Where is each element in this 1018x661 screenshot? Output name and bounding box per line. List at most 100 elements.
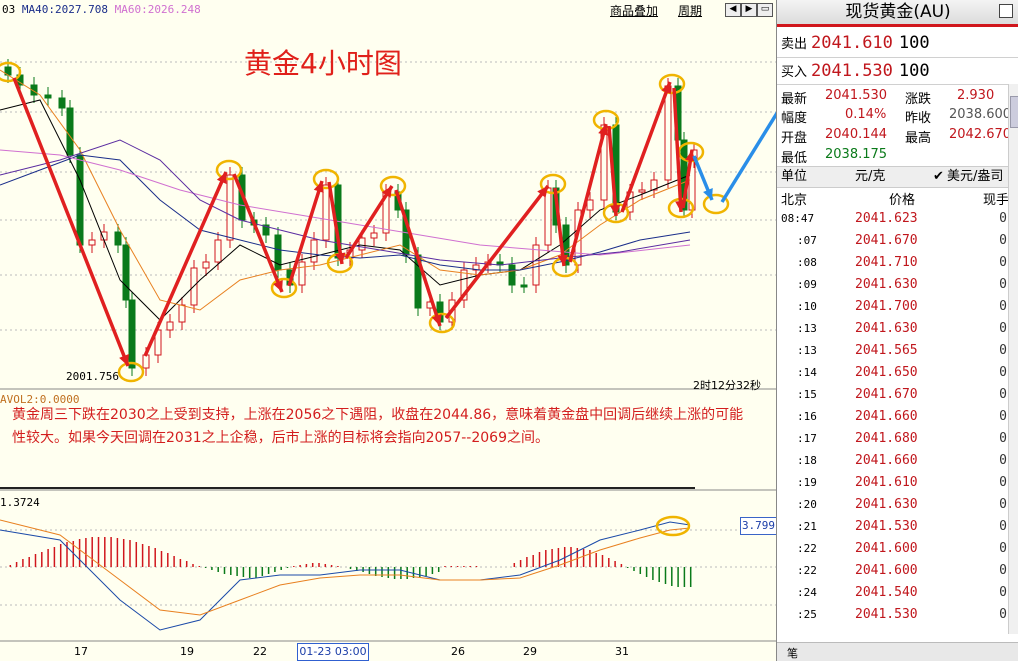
check-icon[interactable]: ✔ xyxy=(933,167,944,187)
candle-body xyxy=(226,174,234,241)
tick-time: :09 xyxy=(797,278,817,291)
tick-time: :24 xyxy=(797,586,817,599)
tick-row: :10 2041.700 0 xyxy=(777,297,1013,319)
tick-time: :18 xyxy=(797,454,817,467)
period-button[interactable]: 周期 xyxy=(678,2,702,19)
x-label: 29 xyxy=(523,645,537,658)
candle-body xyxy=(202,261,210,269)
tick-time: :21 xyxy=(797,520,817,533)
unit-value[interactable]: 元/克 xyxy=(855,167,885,187)
tick-row: :22 2041.600 0 xyxy=(777,539,1013,561)
tick-volume: 0 xyxy=(999,453,1007,468)
tick-volume: 0 xyxy=(999,299,1007,314)
tick-time: :08 xyxy=(797,256,817,269)
tick-price: 2041.630 xyxy=(855,321,918,336)
kline-chart[interactable]: 03 MA40:2027.708 MA60:2026.248 商品叠加 周期 ◀… xyxy=(0,0,776,661)
tick-row: :08 2041.710 0 xyxy=(777,253,1013,275)
tick-price: 2041.670 xyxy=(855,387,918,402)
chart-title: 黄金4小时图 xyxy=(244,47,402,80)
arrow-left-icon[interactable]: ◀ xyxy=(725,3,741,17)
tick-row: :09 2041.630 0 xyxy=(777,275,1013,297)
candle-body xyxy=(586,199,594,211)
sell-label: 卖出 xyxy=(781,37,808,52)
x-label: 31 xyxy=(615,645,629,658)
quote-panel: 现货黄金(AU) 卖出 2041.610 100 买入 2041.530 100 最新 … xyxy=(776,0,1018,661)
x-label: 26 xyxy=(451,645,465,658)
trend-arrow xyxy=(143,171,228,357)
tick-time: :07 xyxy=(797,234,817,247)
tick-price: 2041.680 xyxy=(855,431,918,446)
tick-price: 2041.700 xyxy=(855,299,918,314)
low-price-label: 2001.756 xyxy=(66,370,119,383)
tick-row: :15 2041.670 0 xyxy=(777,385,1013,407)
candle-body xyxy=(310,239,318,263)
tick-volume: 0 xyxy=(999,519,1007,534)
col-time-header: 北京 xyxy=(781,193,808,208)
stat-last-value: 2041.530 xyxy=(825,88,888,103)
tick-price: 2041.530 xyxy=(855,607,918,622)
currency-unit[interactable]: 美元/盎司 xyxy=(947,167,1003,187)
col-volume-header: 现手 xyxy=(983,193,1010,208)
stat-high-label: 最高 xyxy=(905,131,932,146)
tick-row: :24 2041.540 0 xyxy=(777,583,1013,605)
arrow-right-icon[interactable]: ▶ xyxy=(741,3,757,17)
chart-topbar: 03 MA40:2027.708 MA60:2026.248 商品叠加 周期 ◀… xyxy=(0,0,776,20)
tick-price: 2041.630 xyxy=(855,277,918,292)
sell-price: 2041.610 xyxy=(811,33,893,53)
tick-row: :07 2041.670 0 xyxy=(777,231,1013,253)
x-cursor-time: 01-23 03:00 xyxy=(297,643,369,661)
macd-label: 1.3724 xyxy=(0,496,40,509)
candle-body xyxy=(298,261,306,286)
ma-a-value: 03 xyxy=(2,3,16,16)
tick-volume: 0 xyxy=(999,475,1007,490)
tick-row: :19 2041.610 0 xyxy=(777,473,1013,495)
tick-price: 2041.650 xyxy=(855,365,918,380)
tick-price: 2041.623 xyxy=(855,211,918,226)
tick-volume: 0 xyxy=(999,497,1007,512)
tab-trades[interactable]: 笔 xyxy=(787,645,798,661)
tick-price: 2041.600 xyxy=(855,541,918,556)
candlestick-svg[interactable] xyxy=(0,0,776,661)
trend-arrow xyxy=(232,173,284,293)
tick-volume: 0 xyxy=(999,585,1007,600)
candle-body xyxy=(122,244,130,301)
candle-body xyxy=(178,304,186,323)
tick-price: 2041.710 xyxy=(855,255,918,270)
bottom-tab-bar: 笔 xyxy=(777,642,1018,661)
countdown-label: 2时12分32秒 xyxy=(693,379,761,392)
tick-time: :22 xyxy=(797,542,817,555)
tick-time: :20 xyxy=(797,498,817,511)
tick-volume: 0 xyxy=(999,409,1007,424)
stat-change-value: 2.930 xyxy=(957,88,995,103)
buy-row: 买入 2041.530 100 xyxy=(781,61,930,81)
tick-price: 2041.530 xyxy=(855,519,918,534)
tick-time: :25 xyxy=(797,608,817,621)
panel-title: 现货黄金(AU) xyxy=(777,0,1018,27)
candle-body xyxy=(322,184,330,241)
panel-menu-icon[interactable] xyxy=(999,4,1013,18)
overlay-button[interactable]: 商品叠加 xyxy=(610,2,658,19)
tick-volume: 0 xyxy=(999,541,1007,556)
x-label: 17 xyxy=(74,645,88,658)
stat-pct-label: 幅度 xyxy=(781,111,808,126)
tick-price: 2041.660 xyxy=(855,453,918,468)
candle-body xyxy=(58,97,66,109)
stat-high-value: 2042.670 xyxy=(949,127,1012,142)
tick-time: :15 xyxy=(797,388,817,401)
ma60-value: MA60:2026.248 xyxy=(114,3,201,16)
ma-readout: 03 MA40:2027.708 MA60:2026.248 xyxy=(2,3,201,16)
restore-icon[interactable]: ▭ xyxy=(757,3,773,17)
scrollbar-thumb[interactable] xyxy=(1010,96,1018,128)
instrument-name: 现货黄金(AU) xyxy=(845,2,951,22)
candle-body xyxy=(114,231,122,246)
tick-row: :21 2041.530 0 xyxy=(777,517,1013,539)
annotation-circle xyxy=(655,515,691,537)
tick-price: 2041.660 xyxy=(855,409,918,424)
tick-row: :22 2041.600 0 xyxy=(777,561,1013,583)
candle-body xyxy=(128,299,136,369)
stat-prevclose-label: 昨收 xyxy=(905,111,932,126)
tick-time: :22 xyxy=(797,564,817,577)
scrollbar[interactable] xyxy=(1008,84,1018,634)
sell-qty: 100 xyxy=(898,33,930,53)
tick-row: :16 2041.660 0 xyxy=(777,407,1013,429)
